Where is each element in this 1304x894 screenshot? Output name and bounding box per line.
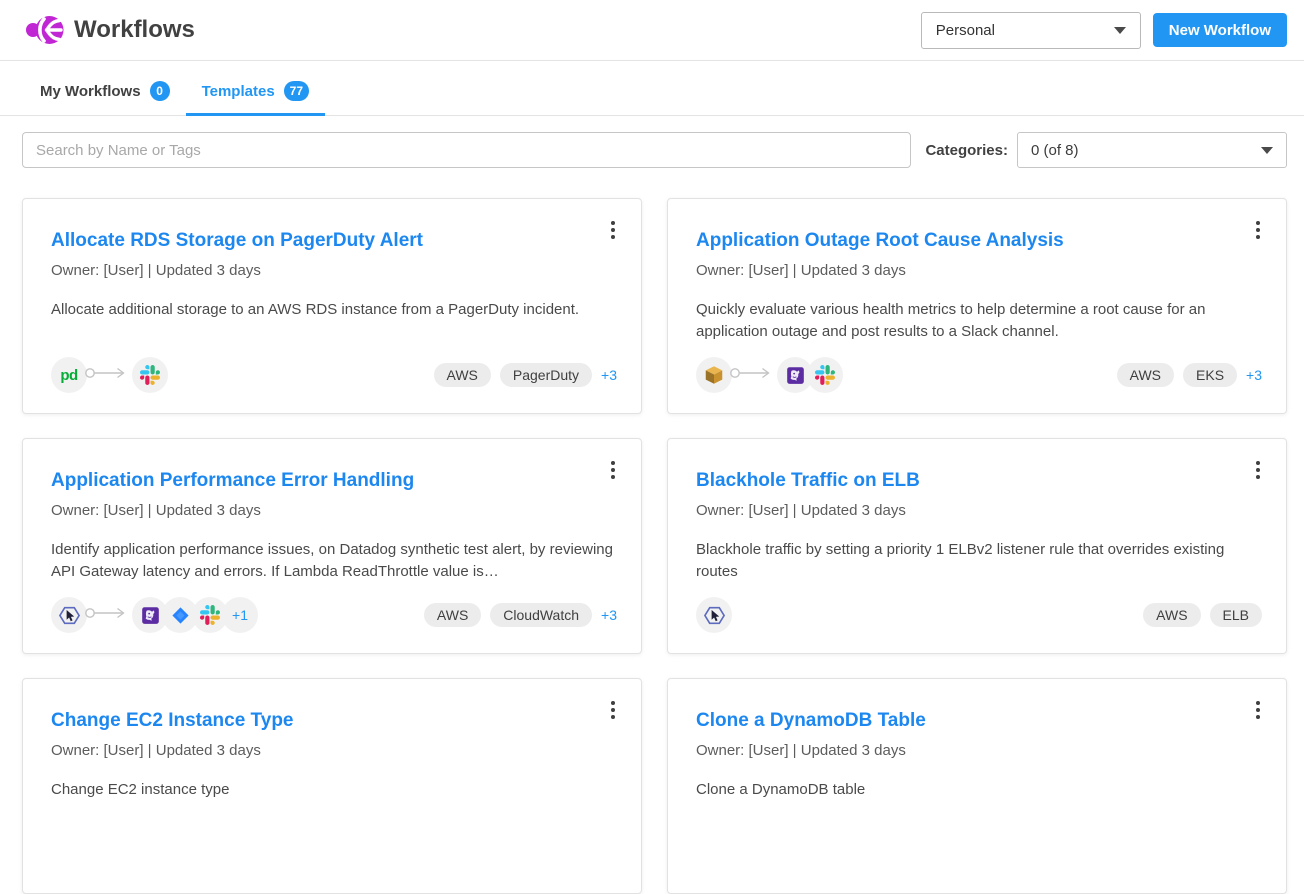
app-logo-icon — [24, 11, 64, 49]
tag-pill[interactable]: EKS — [1183, 363, 1237, 387]
tag-row: AWS EKS +3 — [1117, 363, 1262, 387]
workspace-selector-value: Personal — [936, 22, 995, 39]
tag-pill[interactable]: PagerDuty — [500, 363, 592, 387]
card-menu-button[interactable] — [1248, 455, 1268, 485]
arrow-connector-icon — [84, 365, 130, 386]
workflow-card: Clone a DynamoDB Table Owner: [User] | U… — [667, 678, 1287, 894]
workflow-title-link[interactable]: Blackhole Traffic on ELB — [696, 469, 1258, 492]
workflow-description: Allocate additional storage to an AWS RD… — [51, 299, 613, 321]
tag-pill[interactable]: CloudWatch — [490, 603, 592, 627]
workflow-title-link[interactable]: Application Outage Root Cause Analysis — [696, 229, 1258, 252]
tag-row: AWS PagerDuty +3 — [434, 363, 618, 387]
workflow-meta: Owner: [User] | Updated 3 days — [696, 742, 1258, 759]
tag-pill[interactable]: AWS — [424, 603, 481, 627]
tag-pill[interactable]: ELB — [1210, 603, 1262, 627]
card-menu-button[interactable] — [603, 215, 623, 245]
workflow-card: Change EC2 Instance Type Owner: [User] |… — [22, 678, 642, 894]
workflow-title-link[interactable]: Allocate RDS Storage on PagerDuty Alert — [51, 229, 613, 252]
workflow-title-link[interactable]: Application Performance Error Handling — [51, 469, 613, 492]
workflow-title-link[interactable]: Change EC2 Instance Type — [51, 709, 613, 732]
aws-icon — [696, 357, 732, 393]
workflow-meta: Owner: [User] | Updated 3 days — [51, 742, 613, 759]
page-title: Workflows — [74, 16, 195, 44]
connector-icon-chain — [696, 357, 843, 393]
tag-pill[interactable]: AWS — [1143, 603, 1200, 627]
overflow-count-icon: +1 — [222, 597, 258, 633]
workflow-description: Clone a DynamoDB table — [696, 779, 1258, 801]
slack-icon — [807, 357, 843, 393]
more-tags[interactable]: +3 — [601, 607, 617, 623]
card-footer: pd AWS PagerDuty +3 — [51, 357, 617, 393]
tab-label: Templates — [202, 83, 275, 100]
tag-pill[interactable]: AWS — [434, 363, 491, 387]
page-header: Workflows Personal New Workflow — [0, 0, 1304, 61]
workflow-description: Quickly evaluate various health metrics … — [696, 299, 1258, 343]
chevron-down-icon — [1114, 27, 1126, 34]
workflow-card: Application Performance Error Handling O… — [22, 438, 642, 654]
categories-dropdown-value: 0 (of 8) — [1031, 142, 1079, 159]
categories-dropdown[interactable]: 0 (of 8) — [1017, 132, 1287, 168]
workflow-meta: Owner: [User] | Updated 3 days — [696, 262, 1258, 279]
card-menu-button[interactable] — [1248, 215, 1268, 245]
tab-count-badge: 77 — [284, 81, 309, 101]
workflow-card: Allocate RDS Storage on PagerDuty Alert … — [22, 198, 642, 414]
chevron-down-icon — [1261, 147, 1273, 154]
tab-my-workflows[interactable]: My Workflows 0 — [24, 61, 186, 115]
workflow-meta: Owner: [User] | Updated 3 days — [51, 262, 613, 279]
tab-count-badge: 0 — [150, 81, 170, 101]
workflow-meta: Owner: [User] | Updated 3 days — [51, 502, 613, 519]
connector-icon-chain: pd — [51, 357, 168, 393]
tab-bar: My Workflows 0 Templates 77 — [0, 61, 1304, 116]
card-footer: +1 AWS CloudWatch +3 — [51, 597, 617, 633]
connector-icon-chain — [696, 597, 732, 633]
card-menu-button[interactable] — [603, 455, 623, 485]
slack-icon — [132, 357, 168, 393]
new-workflow-button[interactable]: New Workflow — [1153, 13, 1287, 47]
workflow-description: Change EC2 instance type — [51, 779, 613, 801]
tab-label: My Workflows — [40, 83, 141, 100]
tag-pill[interactable]: AWS — [1117, 363, 1174, 387]
more-tags[interactable]: +3 — [601, 367, 617, 383]
card-footer: AWS EKS +3 — [696, 357, 1262, 393]
card-menu-button[interactable] — [1248, 695, 1268, 725]
tag-row: AWS CloudWatch +3 — [424, 603, 617, 627]
card-menu-button[interactable] — [603, 695, 623, 725]
connector-icon-chain: +1 — [51, 597, 258, 633]
filter-bar: Categories: 0 (of 8) — [0, 116, 1304, 182]
workflow-meta: Owner: [User] | Updated 3 days — [696, 502, 1258, 519]
tag-row: AWS ELB — [1143, 603, 1262, 627]
workflow-description: Identify application performance issues,… — [51, 539, 613, 583]
workflow-card: Application Outage Root Cause Analysis O… — [667, 198, 1287, 414]
pagerduty-icon: pd — [51, 357, 87, 393]
hexagon-cursor-icon — [696, 597, 732, 633]
arrow-connector-icon — [84, 605, 130, 626]
workflow-card: Blackhole Traffic on ELB Owner: [User] |… — [667, 438, 1287, 654]
workflow-description: Blackhole traffic by setting a priority … — [696, 539, 1258, 583]
tab-templates[interactable]: Templates 77 — [186, 61, 325, 115]
hexagon-cursor-icon — [51, 597, 87, 633]
arrow-connector-icon — [729, 365, 775, 386]
card-footer: AWS ELB — [696, 597, 1262, 633]
workflow-card-grid: Allocate RDS Storage on PagerDuty Alert … — [0, 182, 1304, 894]
categories-label: Categories: — [925, 142, 1008, 159]
workflow-title-link[interactable]: Clone a DynamoDB Table — [696, 709, 1258, 732]
more-tags[interactable]: +3 — [1246, 367, 1262, 383]
workspace-selector[interactable]: Personal — [921, 12, 1141, 49]
search-input[interactable] — [22, 132, 911, 168]
